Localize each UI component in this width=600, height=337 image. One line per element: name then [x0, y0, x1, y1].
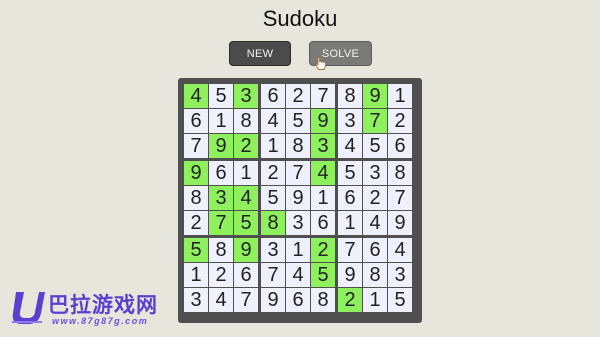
sudoku-cell[interactable]: 3	[311, 134, 335, 158]
sudoku-cell[interactable]: 5	[209, 84, 233, 108]
sudoku-cell[interactable]: 1	[338, 211, 362, 235]
sudoku-cell[interactable]: 9	[363, 84, 387, 108]
sudoku-cell[interactable]: 5	[261, 186, 285, 210]
new-game-button[interactable]: NEW	[229, 41, 291, 66]
sudoku-cell[interactable]: 2	[338, 288, 362, 312]
sudoku-cell[interactable]: 6	[184, 109, 208, 133]
sudoku-cell[interactable]: 2	[388, 109, 412, 133]
sudoku-cell[interactable]: 8	[286, 134, 310, 158]
hand-pointer-icon	[315, 57, 326, 70]
sudoku-cell[interactable]: 7	[388, 186, 412, 210]
sudoku-cell[interactable]: 4	[311, 161, 335, 185]
sudoku-board: 4536278916184593727921834569612745388345…	[178, 78, 422, 323]
sudoku-cell[interactable]: 7	[261, 263, 285, 287]
page-title: Sudoku	[262, 6, 338, 31]
sudoku-cell[interactable]: 2	[363, 186, 387, 210]
sudoku-cell[interactable]: 7	[338, 238, 362, 262]
sudoku-cell[interactable]: 4	[363, 211, 387, 235]
watermark-text: 巴拉游戏网	[48, 294, 158, 317]
sudoku-cell[interactable]: 7	[286, 161, 310, 185]
sudoku-cell[interactable]: 7	[209, 211, 233, 235]
sudoku-cell[interactable]: 7	[311, 84, 335, 108]
sudoku-cell[interactable]: 8	[184, 186, 208, 210]
sudoku-cell[interactable]: 4	[388, 238, 412, 262]
watermark-url: www.87g87g.com	[52, 316, 149, 326]
sudoku-cell[interactable]: 6	[209, 161, 233, 185]
sudoku-cell[interactable]: 6	[311, 211, 335, 235]
sudoku-cell[interactable]: 2	[234, 134, 258, 158]
sudoku-cell[interactable]: 4	[184, 84, 208, 108]
sudoku-cell[interactable]: 4	[261, 109, 285, 133]
sudoku-cell[interactable]: 8	[234, 109, 258, 133]
sudoku-cell[interactable]: 8	[311, 288, 335, 312]
sudoku-cell[interactable]: 2	[286, 84, 310, 108]
sudoku-cell[interactable]: 9	[338, 263, 362, 287]
sudoku-cell[interactable]: 8	[338, 84, 362, 108]
sudoku-cell[interactable]: 5	[184, 238, 208, 262]
sudoku-cell[interactable]: 3	[286, 211, 310, 235]
sudoku-cell[interactable]: 5	[363, 134, 387, 158]
sudoku-cell[interactable]: 7	[234, 288, 258, 312]
sudoku-cell[interactable]: 6	[261, 84, 285, 108]
sudoku-cell[interactable]: 4	[209, 288, 233, 312]
sudoku-cell[interactable]: 3	[363, 161, 387, 185]
sudoku-cell[interactable]: 4	[234, 186, 258, 210]
sudoku-cell[interactable]: 2	[311, 238, 335, 262]
sudoku-cell[interactable]: 3	[388, 263, 412, 287]
sudoku-cell[interactable]: 1	[209, 109, 233, 133]
sudoku-cell[interactable]: 5	[286, 109, 310, 133]
sudoku-cell[interactable]: 1	[234, 161, 258, 185]
sudoku-cell[interactable]: 9	[311, 109, 335, 133]
sudoku-cell[interactable]: 9	[184, 161, 208, 185]
sudoku-cell[interactable]: 6	[338, 186, 362, 210]
sudoku-cell[interactable]: 8	[261, 211, 285, 235]
sudoku-cell[interactable]: 3	[338, 109, 362, 133]
sudoku-cell[interactable]: 4	[338, 134, 362, 158]
sudoku-cell[interactable]: 1	[184, 263, 208, 287]
sudoku-cell[interactable]: 4	[286, 263, 310, 287]
sudoku-cell[interactable]: 2	[209, 263, 233, 287]
sudoku-cell[interactable]: 5	[311, 263, 335, 287]
sudoku-cell[interactable]: 1	[286, 238, 310, 262]
sudoku-cell[interactable]: 9	[286, 186, 310, 210]
sudoku-cell[interactable]: 9	[209, 134, 233, 158]
sudoku-cell[interactable]: 8	[388, 161, 412, 185]
sudoku-cell[interactable]: 1	[388, 84, 412, 108]
watermark: 巴拉游戏网 www.87g87g.com	[2, 286, 172, 332]
sudoku-cell[interactable]: 6	[286, 288, 310, 312]
sudoku-cell[interactable]: 2	[184, 211, 208, 235]
sudoku-cell[interactable]: 3	[261, 238, 285, 262]
sudoku-cell[interactable]: 5	[388, 288, 412, 312]
sudoku-cell[interactable]: 2	[261, 161, 285, 185]
sudoku-cell[interactable]: 7	[184, 134, 208, 158]
sudoku-cell[interactable]: 1	[261, 134, 285, 158]
sudoku-cell[interactable]: 5	[234, 211, 258, 235]
sudoku-cell[interactable]: 9	[388, 211, 412, 235]
sudoku-cell[interactable]: 9	[234, 238, 258, 262]
sudoku-cell[interactable]: 8	[209, 238, 233, 262]
sudoku-cell[interactable]: 1	[311, 186, 335, 210]
sudoku-cell[interactable]: 3	[234, 84, 258, 108]
sudoku-cell[interactable]: 6	[234, 263, 258, 287]
sudoku-cell[interactable]: 9	[261, 288, 285, 312]
sudoku-cell[interactable]: 5	[338, 161, 362, 185]
u-logo-icon	[12, 292, 46, 324]
sudoku-cell[interactable]: 8	[363, 263, 387, 287]
sudoku-cell[interactable]: 1	[363, 288, 387, 312]
sudoku-cell[interactable]: 6	[363, 238, 387, 262]
sudoku-cell[interactable]: 3	[209, 186, 233, 210]
sudoku-cell[interactable]: 7	[363, 109, 387, 133]
sudoku-cell[interactable]: 6	[388, 134, 412, 158]
sudoku-cell[interactable]: 3	[184, 288, 208, 312]
